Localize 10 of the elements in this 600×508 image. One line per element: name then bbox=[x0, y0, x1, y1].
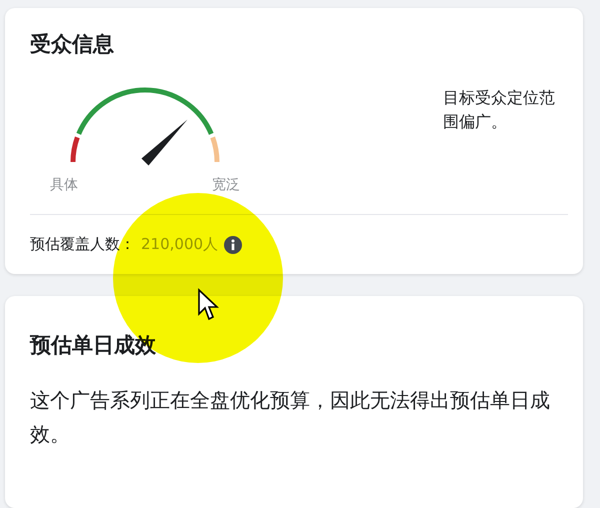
card-title: 受众信息 bbox=[30, 31, 115, 58]
gauge-min-label: 具体 bbox=[50, 176, 78, 194]
cursor-icon bbox=[197, 288, 219, 322]
gauge-max-label: 宽泛 bbox=[212, 176, 240, 194]
audience-summary: 目标受众定位范围偏广。 bbox=[443, 87, 556, 133]
reach-value: 210,000人 bbox=[141, 235, 218, 254]
results-message: 这个广告系列正在全盘优化预算，因此无法得出预估单日成效。 bbox=[30, 387, 551, 448]
info-icon[interactable] bbox=[224, 236, 242, 254]
gauge-needle bbox=[141, 120, 188, 166]
reach-label: 预估覆盖人数： bbox=[30, 235, 135, 254]
